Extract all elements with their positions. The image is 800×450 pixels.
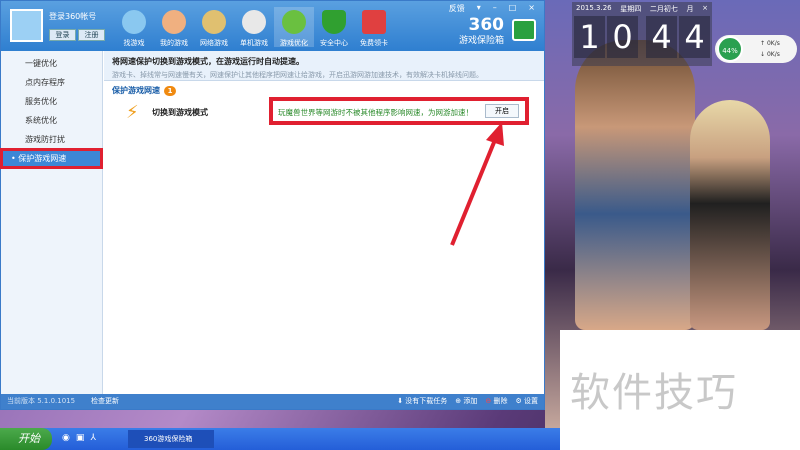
add-button[interactable]: ⊕ 添加 <box>455 394 477 409</box>
download-value: 0K/s <box>766 51 780 58</box>
nav-label: 安全中心 <box>320 39 348 47</box>
status-bar: 当前版本 5.1.0.1015 检查更新 ⬇ 没有下载任务 ⊕ 添加 ⊖ 删除 … <box>1 394 544 409</box>
sidebar-item-label: 保护游戏网速 <box>18 154 67 163</box>
ie-icon[interactable]: ◉ <box>62 433 70 443</box>
add-label: 添加 <box>463 397 478 405</box>
gear-icon: ⚙ <box>515 397 524 405</box>
user-icon <box>162 10 186 34</box>
main-panel: 将网速保护切换到游戏模式，在游戏运行时自动提速。 游戏卡、掉线常与网速慢有关，网… <box>104 51 544 396</box>
tip-banner: 将网速保护切换到游戏模式，在游戏运行时自动提速。 游戏卡、掉线常与网速慢有关，网… <box>104 51 544 81</box>
date: 2015.3.26 <box>576 4 612 12</box>
version-text: 当前版本 5.1.0.1015 <box>7 397 76 405</box>
chest-icon <box>512 19 536 41</box>
window-controls: 反馈 ▾ – □ × <box>444 3 540 14</box>
settings-label: 设置 <box>524 397 538 405</box>
row-desc: 玩魔兽世界等网游时不被其他程序影响网速，为网游加速！ <box>278 108 473 117</box>
nav-security[interactable]: 安全中心 <box>314 7 354 47</box>
minimize-icon[interactable]: – <box>488 3 502 14</box>
sidebar-item-service[interactable]: 服务优化 <box>1 92 102 111</box>
watermark: 软件技巧 <box>560 330 800 450</box>
feedback-button[interactable]: 反馈 <box>444 3 470 14</box>
downloads-label: 没有下载任务 <box>405 397 448 405</box>
sidebar-item-one-click[interactable]: 一键优化 <box>1 54 102 73</box>
nav-label: 单机游戏 <box>240 39 268 47</box>
brand-name: 游戏保险箱 <box>458 36 504 46</box>
shield-icon <box>322 10 346 34</box>
check-update-link[interactable]: 检查更新 <box>91 394 119 409</box>
maximize-icon[interactable]: □ <box>504 3 522 14</box>
nav-label: 免费领卡 <box>360 39 388 47</box>
row-label: 切换到游戏模式 <box>152 108 208 117</box>
clock-digit: 4 <box>646 16 677 58</box>
boost-icon <box>282 10 306 34</box>
memory-percent: 44% <box>717 36 743 62</box>
wallpaper-figure <box>690 100 770 330</box>
nav-game-optimize[interactable]: 游戏优化 <box>274 7 314 47</box>
nav-label: 游戏优化 <box>280 39 308 47</box>
watermark-text: 软件技巧 <box>570 370 738 416</box>
network-widget[interactable]: 44% ↑ 0K/s ↓ 0K/s <box>715 35 797 63</box>
sidebar: 一键优化 点内存程序 服务优化 系统优化 游戏防打扰 • 保护游戏网速 <box>0 51 103 396</box>
brand-logo: 360 游戏保险箱 <box>458 15 505 47</box>
avatar[interactable] <box>10 9 43 42</box>
nav-single-games[interactable]: 单机游戏 <box>234 7 274 47</box>
login-button[interactable]: 登录 <box>49 29 76 41</box>
nav-free-cards[interactable]: 免费领卡 <box>354 7 394 47</box>
nav-my-games[interactable]: 我的游戏 <box>154 7 194 47</box>
login-title[interactable]: 登录360帐号 <box>49 11 96 22</box>
download-speed: ↓ 0K/s <box>760 51 780 58</box>
nav-label: 网络游戏 <box>200 39 228 47</box>
section-title: 保护游戏网速 <box>112 86 160 95</box>
lunar-date: 二月初七 <box>649 5 678 13</box>
header: 登录360帐号 登录 注册 找游戏 我的游戏 网络游戏 单机游戏 游戏优化 安全… <box>1 1 544 51</box>
wallpaper-figure <box>575 40 695 330</box>
delete-button[interactable]: ⊖ 删除 <box>485 394 507 409</box>
tip-desc: 游戏卡、掉线常与网速慢有关，网速保护让其他程序把网速让给游戏，开启迅游网游加速技… <box>112 71 483 79</box>
sidebar-item-protect-speed[interactable]: • 保护游戏网速 <box>0 148 103 169</box>
nav-online-games[interactable]: 网络游戏 <box>194 7 234 47</box>
search-game-icon <box>122 10 146 34</box>
nav-label: 找游戏 <box>123 39 145 47</box>
upload-speed: ↑ 0K/s <box>760 40 780 47</box>
gift-icon <box>362 10 386 34</box>
enable-button[interactable]: 开启 <box>485 104 519 118</box>
month-button[interactable]: 月 <box>686 4 693 14</box>
close-icon[interactable]: × <box>523 3 540 14</box>
register-button[interactable]: 注册 <box>78 29 105 41</box>
sidebar-item-no-disturb[interactable]: 游戏防打扰 <box>1 130 102 149</box>
media-icon[interactable]: ▣ <box>76 433 85 443</box>
speed-icon: ⚡ <box>126 102 139 123</box>
settings-button[interactable]: ⚙ 设置 <box>515 394 538 409</box>
main-nav: 找游戏 我的游戏 网络游戏 单机游戏 游戏优化 安全中心 免费领卡 <box>114 7 394 47</box>
menu-icon[interactable]: ▾ <box>472 3 486 14</box>
tip-title: 将网速保护切换到游戏模式，在游戏运行时自动提速。 <box>112 57 304 66</box>
sidebar-item-system[interactable]: 系统优化 <box>1 111 102 130</box>
downloads-button[interactable]: ⬇ 没有下载任务 <box>397 394 447 409</box>
clock-digit: 4 <box>679 16 710 58</box>
start-button[interactable]: 开始 <box>0 428 52 450</box>
weekday: 星期四 <box>620 5 642 13</box>
nav-find-games[interactable]: 找游戏 <box>114 7 154 47</box>
clock-widget: 2015.3.26 星期四 二月初七月 × 1 0 4 4 <box>572 2 712 66</box>
clock-digit: 0 <box>607 16 638 58</box>
clock-digit: 1 <box>574 16 605 58</box>
count-badge: 1 <box>164 85 176 96</box>
nav-label: 我的游戏 <box>160 39 188 47</box>
gamepad-icon <box>242 10 266 34</box>
brand-360: 360 <box>468 15 505 35</box>
list-item: ⚡ 切换到游戏模式 玩魔兽世界等网游时不被其他程序影响网速，为网游加速！ 开启 <box>104 97 544 126</box>
taskbar: 开始 ◉ ▣ ⅄ 360游戏保险箱 <box>0 428 560 450</box>
quick-launch: ◉ ▣ ⅄ <box>62 433 96 443</box>
app-window: 登录360帐号 登录 注册 找游戏 我的游戏 网络游戏 单机游戏 游戏优化 安全… <box>0 0 545 410</box>
close-icon[interactable]: × <box>702 4 708 14</box>
upload-value: 0K/s <box>766 40 780 47</box>
app-icon[interactable]: ⅄ <box>90 433 96 443</box>
delete-label: 删除 <box>493 397 508 405</box>
taskbar-item[interactable]: 360游戏保险箱 <box>128 430 214 448</box>
sidebar-item-memory[interactable]: 点内存程序 <box>1 73 102 92</box>
highlight-box: 玩魔兽世界等网游时不被其他程序影响网速，为网游加速！ 开启 <box>269 97 529 125</box>
swords-icon <box>202 10 226 34</box>
